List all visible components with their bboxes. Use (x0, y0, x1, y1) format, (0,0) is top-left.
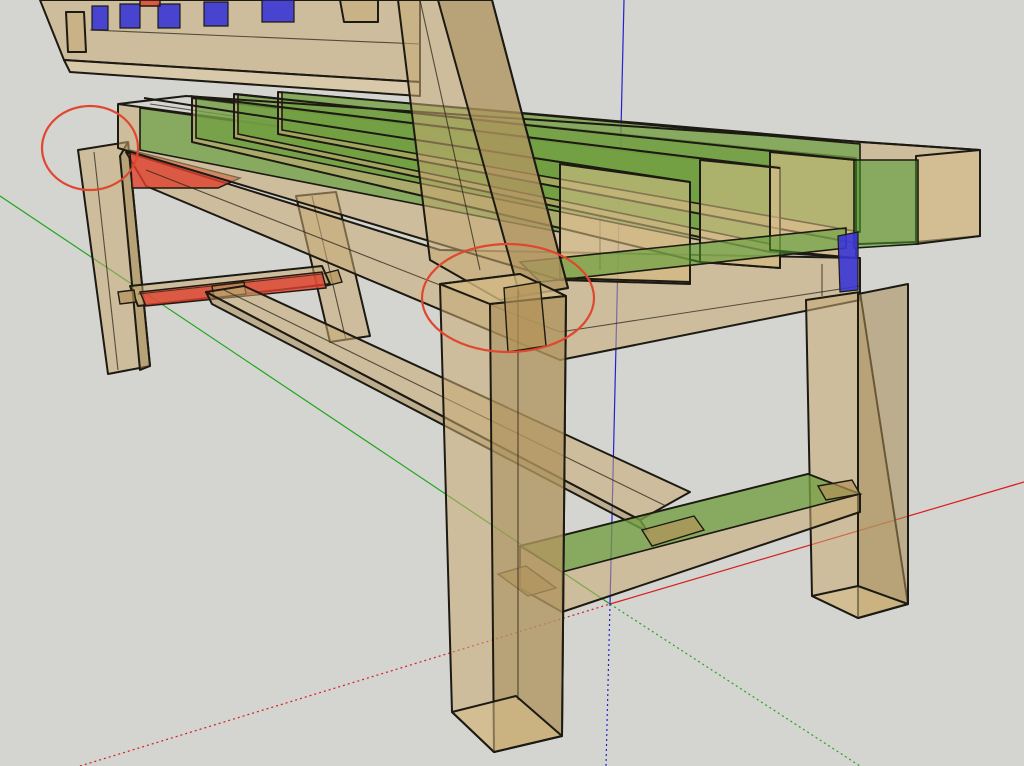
backrest-slot-4 (203, 1, 229, 27)
backrest-slot-2 (119, 3, 141, 29)
model-viewport[interactable] (0, 0, 1024, 766)
blue-axis-hidden (605, 603, 611, 766)
green-axis-hidden (609, 603, 861, 766)
right-rear-leg[interactable] (805, 264, 909, 619)
front-leg-tenon (503, 281, 547, 353)
backrest-slot-1 (91, 5, 109, 31)
slat-end-4 (915, 149, 981, 245)
backrest-slot-5 (261, 0, 295, 23)
backrest-slot-3 (157, 3, 181, 29)
bench-model-canvas[interactable] (0, 0, 1024, 766)
back-rest[interactable] (39, 0, 421, 97)
slat-gap-green (853, 159, 919, 249)
blue-dowel-block (837, 231, 859, 293)
